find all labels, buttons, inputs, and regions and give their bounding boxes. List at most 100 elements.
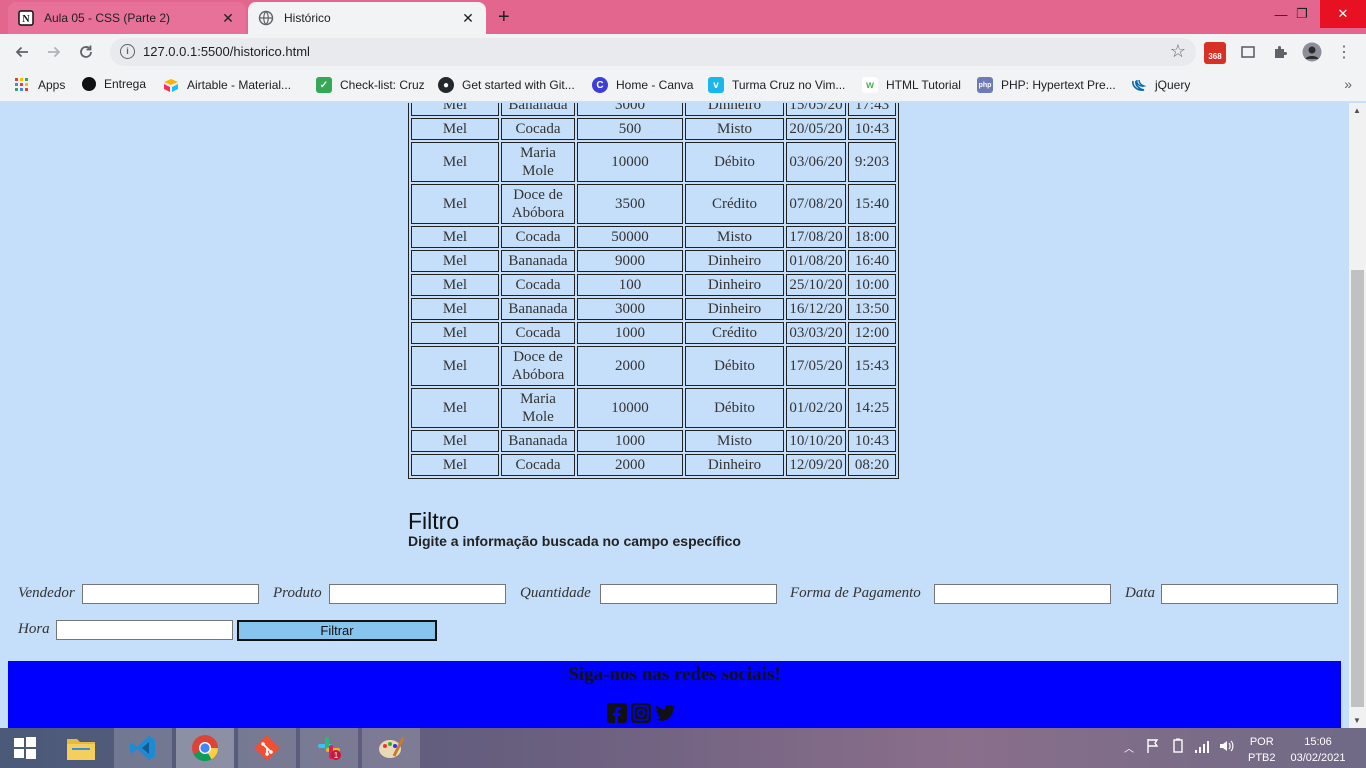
bookmark-label: Turma Cruz no Vim... — [732, 78, 846, 92]
table-cell: Dinheiro — [685, 298, 784, 320]
table-cell: Débito — [685, 142, 784, 182]
produto-label: Produto — [273, 585, 322, 601]
url-text: 127.0.0.1:5500/historico.html — [143, 44, 310, 59]
clock-date: 03/02/2021 — [1290, 752, 1346, 764]
screen-capture-icon[interactable] — [1238, 42, 1258, 62]
dot-icon — [82, 77, 96, 91]
window-close-icon[interactable]: ✕ — [1320, 0, 1366, 28]
table-row: Mel Bananada 1000 Misto 10/10/20 10:43 — [411, 430, 896, 452]
vimeo-icon: v — [708, 77, 724, 93]
table-cell: Misto — [685, 430, 784, 452]
twitter-icon[interactable] — [655, 703, 675, 723]
github-icon: ● — [438, 77, 454, 93]
chrome-icon[interactable] — [176, 728, 234, 768]
table-cell: Mel — [411, 142, 499, 182]
footer-title: Siga-nos nas redes sociais! — [568, 664, 781, 685]
site-info-icon[interactable]: i — [120, 44, 135, 59]
restore-icon[interactable]: ❐ — [1282, 0, 1322, 28]
table-cell: Doce de Abóbora — [501, 346, 575, 386]
scroll-down-arrow-icon[interactable]: ▼ — [1353, 716, 1361, 725]
mail-extension-icon[interactable]: 368 — [1204, 42, 1226, 64]
pagamento-label: Forma de Pagamento — [790, 585, 921, 601]
scroll-thumb[interactable] — [1351, 270, 1364, 707]
scroll-up-arrow-icon[interactable]: ▲ — [1353, 106, 1361, 115]
keyboard-language-indicator[interactable]: POR PTB2 — [1248, 734, 1276, 766]
network-signal-icon[interactable] — [1194, 738, 1210, 757]
volume-icon[interactable] — [1218, 738, 1234, 757]
profile-avatar[interactable] — [1302, 42, 1322, 62]
table-cell: 500 — [577, 118, 683, 140]
bookmark-checklist[interactable]: ✓ Check-list: Cruz — [316, 77, 425, 93]
paint-icon[interactable] — [362, 728, 420, 768]
apps-grid-icon — [14, 77, 30, 93]
action-flag-icon[interactable] — [1146, 738, 1160, 757]
pagamento-input[interactable] — [934, 584, 1111, 604]
page-scrollbar[interactable]: ▲ ▼ — [1349, 103, 1366, 728]
file-explorer-icon[interactable] — [52, 728, 110, 768]
bookmark-label: Apps — [38, 78, 66, 92]
browser-tab-bar: N Aula 05 - CSS (Parte 2) ✕ Histórico ✕ … — [0, 0, 1366, 34]
windows-taskbar: 1 ︿ POR PTB2 15:06 03/02/2021 — [0, 728, 1366, 768]
table-row: Mel Bananada 9000 Dinheiro 01/08/20 16:40 — [411, 250, 896, 272]
canva-icon: C — [592, 77, 608, 93]
table-cell: 10/10/20 — [786, 430, 846, 452]
table-cell: Débito — [685, 388, 784, 428]
hora-label: Hora — [18, 621, 50, 637]
bookmark-canva[interactable]: C Home - Canva — [592, 77, 693, 93]
produto-input[interactable] — [329, 584, 506, 604]
instagram-icon[interactable] — [631, 703, 651, 723]
system-clock[interactable]: 15:06 03/02/2021 — [1286, 734, 1350, 766]
table-cell: Bananada — [501, 250, 575, 272]
slack-icon[interactable]: 1 — [300, 728, 358, 768]
chevron-double-right-icon[interactable]: » — [1344, 76, 1352, 92]
close-tab-icon[interactable]: ✕ — [460, 10, 476, 27]
table-cell: Mel — [411, 184, 499, 224]
bookmark-apps[interactable]: Apps — [14, 77, 65, 93]
hora-input[interactable] — [56, 620, 233, 640]
git-icon[interactable] — [238, 728, 296, 768]
menu-kebab-icon[interactable]: ⋮ — [1334, 42, 1354, 62]
table-cell: Dinheiro — [685, 274, 784, 296]
new-tab-icon[interactable]: + — [498, 6, 510, 29]
data-input[interactable] — [1161, 584, 1338, 604]
table-cell: 3000 — [577, 103, 683, 116]
bookmark-github[interactable]: ● Get started with Git... — [438, 77, 575, 93]
table-cell: 17:43 — [848, 103, 896, 116]
battery-icon[interactable] — [1170, 738, 1186, 757]
table-row: Mel Maria Mole 10000 Débito 01/02/20 14:25 — [411, 388, 896, 428]
show-hidden-icons-chevron-icon[interactable]: ︿ — [1124, 740, 1134, 755]
tab-historico[interactable]: Histórico ✕ — [248, 2, 486, 34]
bookmark-star-icon[interactable]: ☆ — [1170, 41, 1186, 62]
table-row: Mel Bananada 3000 Dinheiro 16/12/20 13:50 — [411, 298, 896, 320]
table-cell: Maria Mole — [501, 388, 575, 428]
quantidade-input[interactable] — [600, 584, 777, 604]
vendedor-input[interactable] — [82, 584, 259, 604]
close-tab-icon[interactable]: ✕ — [220, 10, 236, 27]
table-cell: 3000 — [577, 298, 683, 320]
language-code: POR — [1249, 736, 1274, 748]
table-cell: Mel — [411, 388, 499, 428]
tab-aula-05[interactable]: N Aula 05 - CSS (Parte 2) ✕ — [8, 2, 246, 34]
address-bar[interactable]: i 127.0.0.1:5500/historico.html ☆ — [110, 38, 1196, 66]
bookmark-jquery[interactable]: jQuery — [1131, 77, 1190, 93]
table-cell: 10000 — [577, 142, 683, 182]
notion-icon: N — [18, 10, 34, 26]
bookmark-php[interactable]: php PHP: Hypertext Pre... — [977, 77, 1116, 93]
windows-start-icon[interactable] — [0, 728, 50, 768]
table-cell: Cocada — [501, 274, 575, 296]
bookmark-airtable[interactable]: Airtable - Material... — [163, 77, 291, 93]
bookmark-w3schools[interactable]: w HTML Tutorial — [862, 77, 961, 93]
bookmark-label: Get started with Git... — [462, 78, 575, 92]
table-cell: 10:43 — [848, 118, 896, 140]
filtrar-button[interactable]: Filtrar — [237, 620, 437, 641]
bookmark-entrega[interactable]: Entrega — [82, 77, 146, 91]
reload-icon[interactable] — [76, 42, 96, 62]
back-arrow-icon[interactable] — [12, 42, 32, 62]
jquery-icon — [1131, 77, 1147, 93]
vscode-icon[interactable] — [114, 728, 172, 768]
extensions-puzzle-icon[interactable] — [1270, 42, 1290, 62]
keyboard-layout: PTB2 — [1248, 752, 1276, 764]
forward-arrow-icon[interactable] — [44, 42, 64, 62]
bookmark-vimeo[interactable]: v Turma Cruz no Vim... — [708, 77, 845, 93]
facebook-icon[interactable] — [607, 703, 627, 723]
